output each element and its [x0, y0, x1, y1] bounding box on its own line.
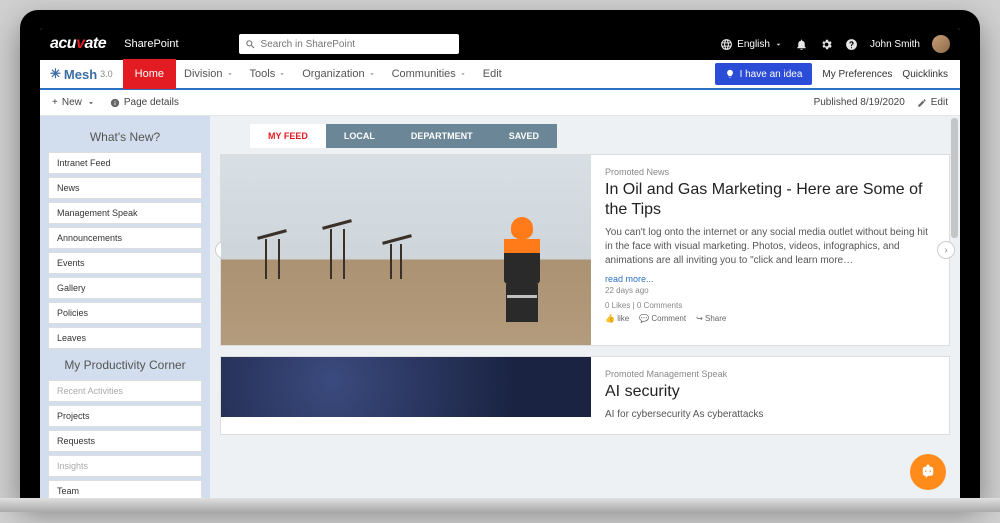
tab-my-feed[interactable]: MY FEED: [250, 124, 326, 148]
news-title[interactable]: In Oil and Gas Marketing - Here are Some…: [605, 180, 935, 220]
sidebar-item-team[interactable]: Team: [48, 480, 202, 500]
news-title-2[interactable]: AI security: [605, 382, 935, 402]
sharepoint-label: SharePoint: [124, 38, 178, 50]
carousel-next[interactable]: ›: [937, 241, 955, 259]
globe-icon: [720, 38, 733, 51]
nav-communities[interactable]: Communities: [384, 59, 475, 89]
sidebar-item-management-speak[interactable]: Management Speak: [48, 202, 202, 224]
productivity-title: My Productivity Corner: [48, 352, 202, 380]
home-button[interactable]: Home: [123, 59, 176, 89]
sidebar: What's New? Intranet Feed News Management …: [40, 116, 210, 500]
news-card-2: Promoted Management Speak AI security AI…: [220, 356, 950, 435]
page-toolbar: +New Page details Published 8/19/2020 Ed…: [40, 90, 960, 116]
chatbot-icon: [919, 463, 937, 481]
sidebar-item-policies[interactable]: Policies: [48, 302, 202, 324]
sidebar-item-insights[interactable]: Insights: [48, 455, 202, 477]
new-button[interactable]: +New: [52, 97, 96, 108]
brand-logo: acuvate: [50, 35, 106, 53]
nav-edit[interactable]: Edit: [475, 59, 510, 89]
sidebar-item-intranet-feed[interactable]: Intranet Feed: [48, 152, 202, 174]
edit-button[interactable]: Edit: [917, 97, 948, 108]
bell-icon[interactable]: [795, 38, 808, 51]
nav-division[interactable]: Division: [176, 59, 242, 89]
news-description: You can't log onto the internet or any s…: [605, 226, 935, 268]
nav-bar: ✳Mesh3.0 Home Division Tools Organizatio…: [40, 60, 960, 90]
news-timestamp: 22 days ago: [605, 286, 935, 295]
help-icon[interactable]: [845, 38, 858, 51]
sidebar-item-leaves[interactable]: Leaves: [48, 327, 202, 349]
like-button[interactable]: 👍 like: [605, 314, 629, 323]
search-input-wrap[interactable]: [239, 34, 459, 54]
main-content: MY FEED LOCAL DEPARTMENT SAVED ‹ Promote…: [210, 116, 960, 500]
search-icon: [245, 39, 256, 50]
idea-button[interactable]: I have an idea: [715, 63, 813, 85]
sidebar-item-news[interactable]: News: [48, 177, 202, 199]
edit-icon: [917, 98, 927, 108]
tab-local[interactable]: LOCAL: [326, 124, 393, 148]
my-preferences-link[interactable]: My Preferences: [822, 69, 892, 80]
share-button[interactable]: ↪ Share: [696, 314, 726, 323]
nav-organization[interactable]: Organization: [294, 59, 383, 89]
avatar[interactable]: [932, 35, 950, 53]
news-category-2: Promoted Management Speak: [605, 369, 935, 379]
nav-tools[interactable]: Tools: [242, 59, 295, 89]
quicklinks-link[interactable]: Quicklinks: [902, 69, 948, 80]
sidebar-item-recent-activities[interactable]: Recent Activities: [48, 380, 202, 402]
comment-button[interactable]: 💬 Comment: [639, 314, 686, 323]
news-description-2: AI for cybersecurity As cyberattacks: [605, 408, 935, 422]
tab-saved[interactable]: SAVED: [491, 124, 557, 148]
news-card: ‹ Promoted News In Oil and Gas Marketing…: [220, 154, 950, 346]
chatbot-button[interactable]: [910, 454, 946, 490]
sidebar-item-gallery[interactable]: Gallery: [48, 277, 202, 299]
sidebar-item-announcements[interactable]: Announcements: [48, 227, 202, 249]
read-more-link[interactable]: read more...: [605, 274, 935, 284]
feed-tabs: MY FEED LOCAL DEPARTMENT SAVED: [250, 124, 950, 148]
sidebar-item-events[interactable]: Events: [48, 252, 202, 274]
published-date: Published 8/19/2020: [814, 97, 905, 108]
search-input[interactable]: [261, 39, 453, 50]
mesh-logo[interactable]: ✳Mesh3.0: [40, 66, 123, 82]
scrollbar[interactable]: [951, 118, 958, 238]
language-selector[interactable]: English: [720, 38, 783, 51]
sidebar-item-requests[interactable]: Requests: [48, 430, 202, 452]
news-image-2: [221, 357, 591, 417]
sidebar-item-projects[interactable]: Projects: [48, 405, 202, 427]
news-stats: 0 Likes | 0 Comments: [605, 301, 935, 310]
lightbulb-icon: [725, 69, 735, 79]
top-bar: acuvate SharePoint English John Smith: [40, 28, 960, 60]
tab-department[interactable]: DEPARTMENT: [393, 124, 491, 148]
whats-new-title: What's New?: [48, 124, 202, 152]
user-name[interactable]: John Smith: [870, 39, 920, 50]
info-icon: [110, 98, 120, 108]
page-details-button[interactable]: Page details: [110, 97, 179, 108]
news-image: [221, 155, 591, 345]
gear-icon[interactable]: [820, 38, 833, 51]
chevron-down-icon: [86, 98, 96, 108]
chevron-down-icon: [774, 40, 783, 49]
news-category: Promoted News: [605, 167, 935, 177]
